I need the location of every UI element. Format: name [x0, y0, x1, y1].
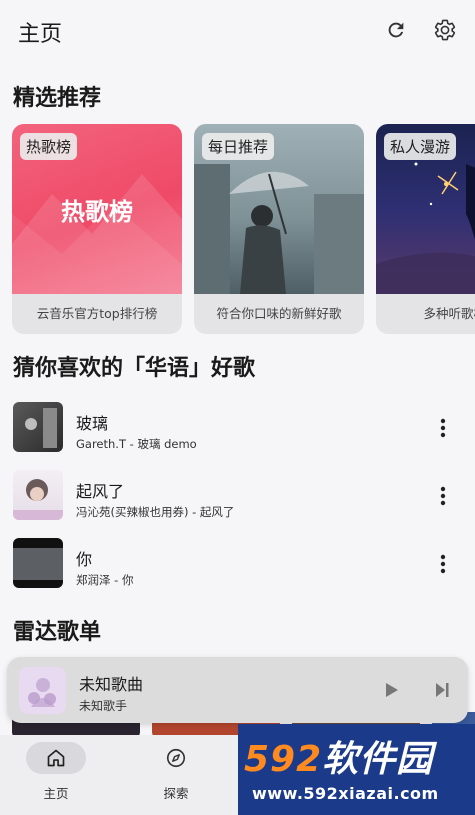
more-options-button[interactable] [432, 484, 454, 508]
song-cover [13, 538, 63, 588]
song-cover [13, 470, 63, 520]
song-name: 你 [76, 550, 93, 569]
watermark-brand-num: 592 [244, 739, 323, 780]
featured-cards: 热歌榜 热歌榜 云音乐官方top排行榜 每日推荐 符合你口味的新鲜好歌 私人漫游… [12, 124, 475, 336]
watermark-brand-text: 软件园 [322, 739, 434, 780]
compass-icon [166, 748, 186, 768]
settings-button[interactable] [431, 16, 459, 44]
song-artist-album: Gareth.T - 玻璃 demo [76, 437, 197, 451]
nav-indicator [26, 742, 86, 774]
card-desc: 符合你口味的新鲜好歌 [216, 306, 342, 321]
card-art-text: 热歌榜 [61, 198, 133, 226]
play-icon [386, 683, 398, 697]
page-title: 主页 [18, 22, 63, 47]
more-options-button[interactable] [432, 416, 454, 440]
section-title-radar: 雷达歌单 [13, 620, 102, 645]
song-artist-album: 冯沁苑(买辣椒也用券) - 起风了 [76, 505, 235, 519]
card-daily-recommend[interactable]: 每日推荐 符合你口味的新鲜好歌 [194, 124, 364, 334]
card-tag: 私人漫游 [384, 133, 457, 160]
player-title: 未知歌曲 [79, 675, 144, 694]
home-icon [47, 749, 65, 767]
mini-player[interactable]: 未知歌曲 未知歌手 [7, 657, 468, 723]
song-name: 起风了 [76, 482, 125, 501]
skip-next-icon [436, 683, 449, 697]
song-row[interactable]: 玻璃 Gareth.T - 玻璃 demo [0, 394, 475, 456]
nav-indicator [146, 742, 206, 774]
watermark-brand: 592软件园 [244, 730, 433, 782]
nav-label: 探索 [163, 786, 189, 801]
nav-item-explore[interactable]: 探索 [133, 735, 223, 815]
skip-next-button[interactable] [431, 679, 453, 701]
song-artist-album: 郑润泽 - 你 [76, 573, 134, 587]
card-tag: 热歌榜 [20, 133, 78, 160]
nav-item-home[interactable]: 主页 [13, 735, 103, 815]
more-options-button[interactable] [432, 552, 454, 576]
refresh-button[interactable] [382, 16, 410, 44]
card-desc: 云音乐官方top排行榜 [36, 306, 158, 321]
more-vert-icon [440, 418, 446, 438]
song-row[interactable]: 你 郑润泽 - 你 [0, 530, 475, 592]
card-hot-chart[interactable]: 热歌榜 热歌榜 云音乐官方top排行榜 [12, 124, 182, 334]
watermark-url: www.592xiazai.com [252, 784, 439, 803]
player-cover [19, 667, 66, 714]
refresh-icon [388, 22, 404, 38]
song-row[interactable]: 起风了 冯沁苑(买辣椒也用券) - 起风了 [0, 462, 475, 524]
song-name: 玻璃 [76, 414, 109, 433]
gear-icon [434, 19, 456, 41]
section-title-featured: 精选推荐 [13, 86, 102, 111]
card-tag: 每日推荐 [202, 133, 275, 160]
app-bar: 主页 [0, 0, 475, 64]
section-title-guess: 猜你喜欢的「华语」好歌 [13, 356, 256, 381]
more-vert-icon [440, 554, 446, 574]
more-vert-icon [440, 486, 446, 506]
nav-label: 主页 [43, 786, 69, 801]
player-artist: 未知歌手 [79, 699, 128, 713]
card-private-roam[interactable]: 私人漫游 多种听歌模式 [376, 124, 475, 334]
site-watermark: 592软件园 www.592xiazai.com [238, 724, 475, 815]
card-desc: 多种听歌模式 [423, 306, 475, 321]
song-cover [13, 402, 63, 452]
play-button[interactable] [380, 679, 402, 701]
